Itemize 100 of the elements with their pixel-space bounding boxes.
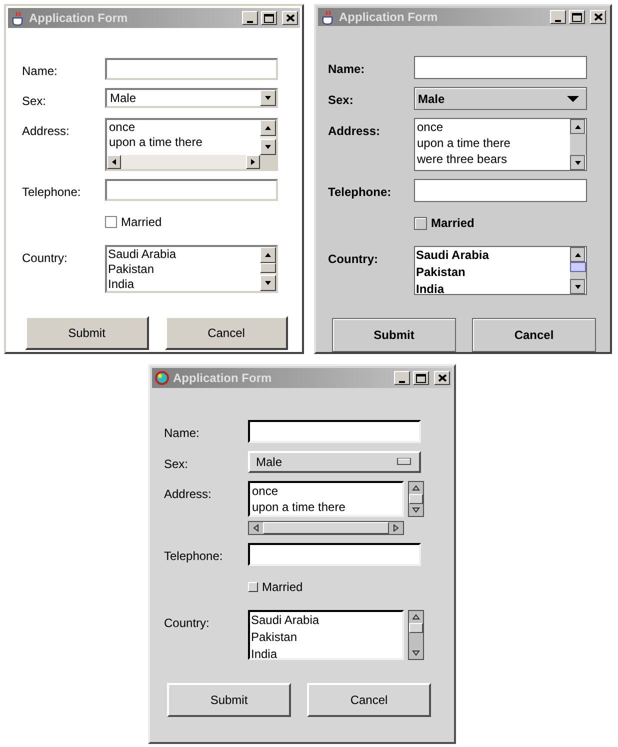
right-arrow-icon bbox=[249, 158, 257, 166]
text-line: upon a time there bbox=[417, 135, 512, 151]
scroll-thumb[interactable] bbox=[570, 262, 586, 272]
maximize-button[interactable] bbox=[261, 11, 277, 25]
horizontal-scrollbar[interactable] bbox=[248, 521, 404, 535]
up-arrow-icon bbox=[264, 124, 272, 132]
list-item[interactable]: India bbox=[251, 646, 402, 658]
left-arrow-icon bbox=[110, 158, 118, 166]
text-field[interactable] bbox=[414, 56, 587, 79]
text-field[interactable] bbox=[414, 179, 587, 202]
scroll-up-button[interactable] bbox=[570, 247, 585, 262]
down-arrow-icon bbox=[264, 94, 272, 102]
form-button[interactable]: Cancel bbox=[307, 683, 431, 717]
list-box[interactable]: Saudi Arabia Pakistan India bbox=[414, 246, 587, 295]
list-box[interactable]: Saudi Arabia Pakistan India bbox=[105, 245, 278, 293]
list-item[interactable]: Saudi Arabia bbox=[416, 247, 570, 264]
maximize-button[interactable] bbox=[569, 10, 585, 24]
text-area[interactable]: once upon a time there were three bears bbox=[414, 118, 587, 171]
list-item[interactable]: Pakistan bbox=[251, 629, 402, 646]
list-item[interactable]: India bbox=[416, 281, 570, 294]
close-button[interactable] bbox=[590, 10, 606, 24]
right-arrow-icon bbox=[392, 524, 400, 532]
text-line: were three bears bbox=[417, 151, 508, 167]
scroll-down-button[interactable] bbox=[570, 279, 585, 294]
form-button[interactable]: Cancel bbox=[164, 316, 288, 350]
field-label: Name: bbox=[21, 63, 58, 80]
vertical-scrollbar[interactable] bbox=[570, 247, 586, 294]
field-label: Country: bbox=[21, 250, 68, 267]
down-arrow-icon bbox=[412, 506, 420, 514]
globe-icon bbox=[154, 370, 170, 386]
window-title: Application Form bbox=[339, 9, 439, 26]
list-item[interactable]: Saudi Arabia bbox=[251, 612, 402, 629]
form-button[interactable]: Submit bbox=[167, 683, 291, 717]
minimize-button[interactable] bbox=[550, 10, 566, 24]
minimize-icon bbox=[555, 20, 561, 22]
dropdown[interactable]: Male bbox=[248, 451, 421, 473]
list-item[interactable]: Pakistan bbox=[108, 262, 260, 277]
left-arrow-icon bbox=[252, 524, 260, 532]
field-label: Sex: bbox=[163, 456, 190, 473]
form-button[interactable]: Cancel bbox=[472, 318, 596, 352]
text-field[interactable] bbox=[248, 420, 421, 443]
checkbox[interactable] bbox=[105, 216, 117, 228]
field-label: Address: bbox=[163, 486, 212, 503]
list-item[interactable]: Pakistan bbox=[416, 264, 570, 281]
close-button[interactable] bbox=[282, 11, 298, 25]
text-area[interactable]: once upon a time there bbox=[105, 118, 278, 171]
vertical-scrollbar[interactable] bbox=[408, 610, 424, 660]
close-button[interactable] bbox=[434, 371, 450, 385]
field-label: Name: bbox=[163, 425, 200, 442]
horizontal-scrollbar[interactable] bbox=[107, 155, 260, 169]
up-arrow-icon bbox=[574, 250, 582, 258]
text-field[interactable] bbox=[105, 179, 278, 201]
field-label: Sex: bbox=[21, 93, 48, 110]
form-button[interactable]: Submit bbox=[332, 318, 456, 352]
field-label: Name: bbox=[327, 61, 366, 78]
dropdown[interactable]: Male bbox=[414, 87, 587, 110]
close-icon bbox=[438, 374, 446, 382]
list-item[interactable]: Saudi Arabia bbox=[108, 247, 260, 262]
checkbox[interactable] bbox=[414, 216, 427, 230]
maximize-icon bbox=[416, 374, 426, 382]
vertical-scrollbar[interactable] bbox=[408, 481, 424, 517]
maximize-button[interactable] bbox=[413, 371, 429, 385]
maximize-icon bbox=[572, 12, 582, 22]
field-label: Telephone: bbox=[163, 548, 224, 565]
field-label: Telephone: bbox=[327, 184, 392, 201]
scroll-up-button[interactable] bbox=[570, 119, 585, 134]
window-title: Application Form bbox=[29, 10, 129, 27]
caret-icon bbox=[566, 94, 580, 102]
up-arrow-icon bbox=[574, 122, 582, 130]
scroll-down-button[interactable] bbox=[570, 155, 585, 170]
down-arrow-icon bbox=[412, 649, 420, 657]
text-area[interactable]: once upon a time there bbox=[248, 481, 404, 517]
dropdown[interactable]: Male bbox=[105, 88, 278, 108]
minimize-icon bbox=[399, 380, 405, 382]
text-field[interactable] bbox=[248, 543, 421, 566]
text-line: upon a time there bbox=[109, 135, 204, 150]
list-item[interactable]: India bbox=[108, 277, 260, 291]
text-line: once bbox=[109, 120, 136, 135]
down-arrow-icon bbox=[264, 143, 272, 151]
minimize-button[interactable] bbox=[394, 371, 410, 385]
scroll-right-button[interactable] bbox=[246, 155, 260, 169]
maximize-icon bbox=[264, 14, 274, 22]
text-field[interactable] bbox=[105, 58, 278, 80]
down-arrow-icon bbox=[574, 158, 582, 166]
text-line: upon a time there bbox=[252, 499, 346, 515]
dropdown-indicator-icon bbox=[397, 458, 411, 466]
up-arrow-icon bbox=[412, 613, 420, 621]
form-button[interactable]: Submit bbox=[25, 316, 148, 350]
minimize-button[interactable] bbox=[242, 11, 258, 25]
up-arrow-icon bbox=[412, 484, 420, 492]
up-arrow-icon bbox=[264, 251, 272, 259]
close-icon bbox=[286, 14, 294, 22]
list-box[interactable]: Saudi Arabia Pakistan India bbox=[248, 610, 404, 660]
field-label: Telephone: bbox=[21, 184, 82, 201]
checkbox-label: Married bbox=[262, 579, 303, 596]
field-label: Address: bbox=[327, 123, 382, 140]
down-arrow-icon bbox=[264, 279, 272, 287]
vertical-scrollbar[interactable] bbox=[570, 119, 586, 170]
window-title: Application Form bbox=[173, 370, 273, 387]
scroll-left-button[interactable] bbox=[107, 155, 121, 169]
